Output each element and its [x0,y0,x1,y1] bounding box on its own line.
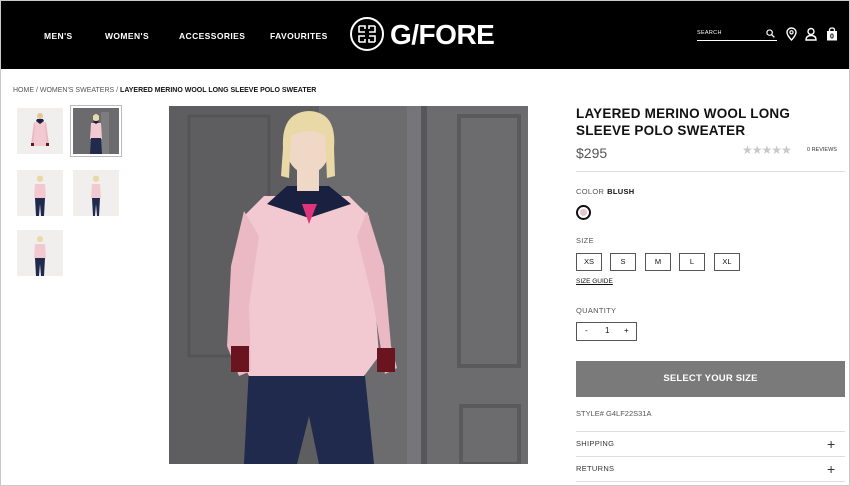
size-option-xs[interactable]: XS [576,253,602,271]
select-size-button[interactable]: SELECT YOUR SIZE [576,361,845,397]
quantity-label: QUANTITY [576,306,617,315]
thumbnail-front[interactable] [17,108,63,154]
size-guide-link[interactable]: SIZE GUIDE [576,278,613,285]
color-label: COLOR [576,187,605,196]
color-swatch-blush[interactable] [576,205,591,220]
breadcrumb-current: LAYERED MERINO WOOL LONG SLEEVE POLO SWE… [120,87,317,94]
thumbnail-model-back[interactable] [17,230,63,276]
breadcrumb-separator: / [116,87,119,94]
divider [576,431,845,432]
swatch-fill [580,209,587,216]
rating-stars[interactable]: ★★★★★ [742,143,792,157]
model-photo [169,106,528,464]
thumbnail-model-side[interactable] [73,170,119,216]
brand-logo[interactable]: G/FORE [350,17,502,53]
size-label: SIZE [576,236,594,245]
breadcrumb-womens-sweaters[interactable]: WOMEN'S SWEATERS [40,87,114,94]
returns-expand-icon[interactable]: + [827,462,835,476]
breadcrumb-separator: / [35,87,38,94]
search-field[interactable]: SEARCH [697,29,777,41]
thumbnail-model-front[interactable] [17,170,63,216]
color-value: BLUSH [607,187,635,196]
product-main-image[interactable] [169,106,528,464]
size-option-s[interactable]: S [610,253,636,271]
divider [576,171,845,172]
size-option-l[interactable]: L [679,253,705,271]
nav-womens[interactable]: WOMEN'S [105,31,149,41]
svg-text:0: 0 [830,34,834,41]
quantity-decrease-button[interactable]: - [585,326,588,335]
nav-mens[interactable]: MEN'S [44,31,73,41]
nav-favourites[interactable]: FAVOURITES [270,31,328,41]
nav-accessories[interactable]: ACCESSORIES [179,31,245,41]
breadcrumb: HOME / WOMEN'S SWEATERS / LAYERED MERINO… [13,87,316,94]
shipping-accordion[interactable]: SHIPPING [576,439,614,448]
product-title: LAYERED MERINO WOOL LONG SLEEVE POLO SWE… [576,106,791,138]
breadcrumb-home[interactable]: HOME [13,87,34,94]
quantity-input[interactable]: 1 [605,326,609,335]
reviews-link[interactable]: 0 REVIEWS [807,147,837,153]
style-number: STYLE# G4LF22S31A [576,409,652,418]
shipping-expand-icon[interactable]: + [827,437,835,451]
cart-icon[interactable]: 0 [826,27,838,41]
logo-mark-icon [350,17,384,51]
quantity-increase-button[interactable]: + [624,326,629,335]
color-row: COLOR BLUSH [576,187,635,196]
page: MEN'S WOMEN'S ACCESSORIES FAVOURITES G/F… [0,0,850,486]
search-input[interactable]: SEARCH [697,30,722,36]
size-option-m[interactable]: M [645,253,671,271]
divider [576,456,845,457]
size-option-xl[interactable]: XL [714,253,740,271]
site-header: MEN'S WOMEN'S ACCESSORIES FAVOURITES G/F… [1,1,849,69]
product-price: $295 [576,145,608,161]
thumbnail-model-selected[interactable] [70,105,122,157]
account-icon[interactable] [805,27,817,41]
divider [576,481,845,482]
store-locator-icon[interactable] [786,27,797,41]
returns-accordion[interactable]: RETURNS [576,464,614,473]
search-icon[interactable] [766,29,775,38]
quantity-stepper: - 1 + [576,322,637,341]
brand-wordmark: G/FORE [390,19,495,50]
